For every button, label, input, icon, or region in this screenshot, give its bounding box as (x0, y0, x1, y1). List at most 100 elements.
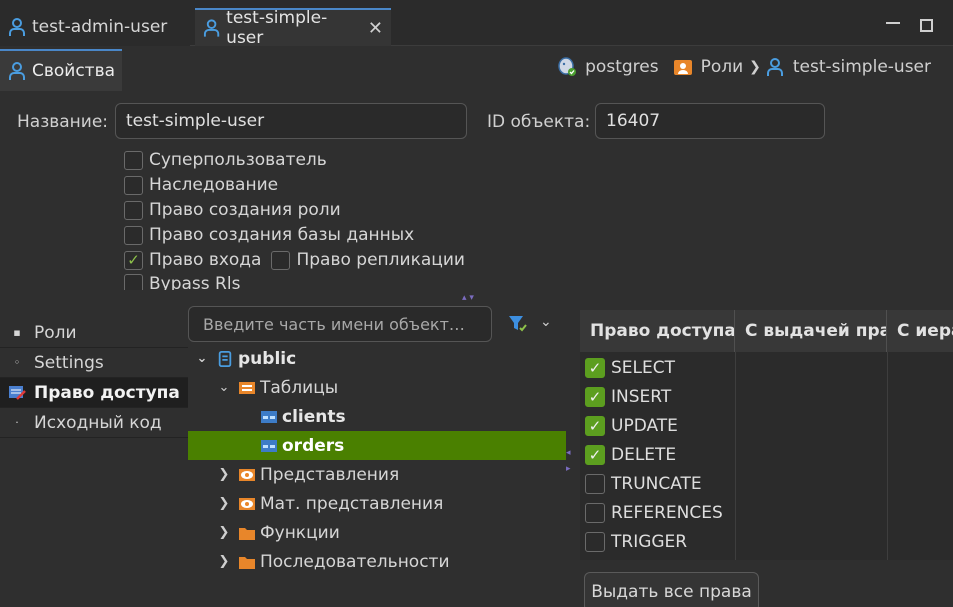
permission-label: UPDATE (611, 415, 678, 436)
tree-node-sequences[interactable]: ❯ Последовательности (188, 547, 566, 576)
table-row[interactable]: ✓ INSERT (580, 382, 735, 411)
sash-arrow-left-icon[interactable]: ◂ (566, 448, 571, 458)
side-tab-source[interactable]: · Исходный код (0, 408, 188, 438)
tab-test-simple-user[interactable]: test-simple-user ✕ (195, 8, 391, 48)
maximize-icon[interactable] (920, 19, 933, 32)
checkbox-login[interactable]: ✓ Право входа Право репликации (124, 250, 465, 270)
chevron-down-icon[interactable]: ⌄ (540, 314, 552, 330)
checkbox-label: Право создания базы данных (149, 225, 415, 245)
checkbox-checked[interactable]: ✓ (585, 444, 605, 465)
tab-test-admin-user[interactable]: test-admin-user (0, 8, 190, 46)
breadcrumb: postgres Роли ❯ test-simple-user (557, 57, 931, 77)
table-icon (261, 410, 277, 423)
close-icon[interactable]: ✕ (368, 18, 383, 39)
crumb-connection[interactable]: postgres (585, 57, 658, 77)
tree-node-label: Последовательности (260, 551, 450, 572)
side-tab-roles[interactable]: ▪ Роли (0, 318, 188, 348)
roles-icon: ▪ (13, 326, 21, 339)
chevron-right-icon[interactable]: ❯ (216, 525, 232, 540)
chevron-down-icon[interactable]: ❯ (749, 59, 761, 75)
object-tree: ⌄ public ⌄ Таблицы clients orders ❯ Пред… (188, 344, 566, 576)
checkbox[interactable] (585, 531, 605, 552)
checkbox-label: Право входа (149, 250, 262, 270)
grid-header-with-grant[interactable]: С выдачей прав (735, 310, 887, 352)
object-id-field[interactable]: 16407 (595, 103, 825, 139)
side-tab-permissions[interactable]: Право доступа (0, 378, 188, 408)
tree-node-clients[interactable]: clients (188, 402, 566, 431)
user-icon (203, 19, 220, 37)
checkbox[interactable] (585, 502, 605, 523)
checkbox-superuser[interactable]: Суперпользователь (124, 150, 327, 170)
object-search-input[interactable]: Введите часть имени объект… (188, 306, 492, 342)
tree-node-label: orders (282, 435, 345, 456)
chevron-down-icon[interactable]: ⌄ (194, 351, 210, 366)
side-tab-label: Исходный код (34, 412, 162, 433)
chevron-right-icon[interactable]: ❯ (216, 496, 232, 511)
tree-node-label: Функции (260, 522, 340, 543)
tables-folder-icon (239, 381, 255, 394)
tree-node-orders[interactable]: orders (188, 431, 566, 460)
checkbox-checked[interactable]: ✓ (585, 415, 605, 436)
tree-node-label: Мат. представления (260, 493, 444, 514)
folder-icon (239, 527, 255, 540)
table-row[interactable]: TRUNCATE (580, 469, 735, 498)
checkbox-bypass-rls[interactable]: Bypass Rls (124, 274, 240, 290)
checkbox-create-role[interactable]: Право создания роли (124, 200, 341, 220)
minimize-icon[interactable] (886, 14, 900, 24)
editor-tab-bar: test-admin-user test-simple-user ✕ (0, 0, 953, 48)
crumb-object[interactable]: test-simple-user (793, 57, 931, 77)
checkbox-create-db[interactable]: Право создания базы данных (124, 225, 414, 245)
tree-node-mat-views[interactable]: ❯ Мат. представления (188, 489, 566, 518)
table-row[interactable]: ✓ UPDATE (580, 411, 735, 440)
filter-icon[interactable] (508, 314, 528, 334)
grid-header: Право доступа С выдачей прав С иерархией (580, 310, 953, 352)
tree-node-tables[interactable]: ⌄ Таблицы (188, 373, 566, 402)
user-icon (9, 62, 25, 80)
crumb-folder[interactable]: Роли (701, 57, 744, 77)
source-code-icon: · (15, 416, 19, 429)
checkbox-checked[interactable]: ✓ (585, 386, 605, 407)
table-row[interactable]: ✓ SELECT (580, 353, 735, 382)
checkbox-replication[interactable] (271, 250, 291, 270)
sash-arrow-right-icon[interactable]: ▸ (566, 464, 571, 474)
side-tab-list: ▪ Роли ◦ Settings Право доступа · Исходн… (0, 318, 188, 438)
table-icon (261, 439, 277, 452)
tree-node-label: Представления (260, 464, 400, 485)
user-icon (9, 18, 25, 36)
checkbox-checked[interactable]: ✓ (124, 250, 143, 270)
tab-label: test-admin-user (32, 17, 168, 37)
checkbox-checked[interactable]: ✓ (585, 357, 605, 378)
tab-properties[interactable]: Свойства (0, 49, 122, 91)
checkbox[interactable] (585, 473, 605, 494)
table-row[interactable]: TRIGGER (580, 527, 735, 556)
side-tab-settings[interactable]: ◦ Settings (0, 348, 188, 378)
editor-sub-bar: Свойства postgres Роли ❯ test-simple-use… (0, 47, 953, 93)
tree-node-label: Таблицы (260, 377, 339, 398)
name-field[interactable]: test-simple-user (115, 103, 467, 139)
table-row[interactable]: REFERENCES (580, 498, 735, 527)
checkbox[interactable] (124, 150, 143, 170)
tree-node-functions[interactable]: ❯ Функции (188, 518, 566, 547)
checkbox-inherit[interactable]: Наследование (124, 175, 278, 195)
folder-icon (239, 556, 255, 569)
checkbox-label: Суперпользователь (149, 150, 327, 170)
permissions-icon (9, 385, 26, 400)
checkbox[interactable] (124, 274, 143, 290)
tree-node-views[interactable]: ❯ Представления (188, 460, 566, 489)
grid-header-permission[interactable]: Право доступа (580, 310, 735, 352)
permission-label: SELECT (611, 357, 675, 378)
checkbox[interactable] (124, 200, 143, 220)
chevron-down-icon[interactable]: ⌄ (216, 380, 232, 395)
chevron-right-icon[interactable]: ❯ (216, 467, 232, 482)
chevron-right-icon[interactable]: ❯ (216, 554, 232, 569)
checkbox[interactable] (124, 175, 143, 195)
checkbox[interactable] (124, 225, 143, 245)
checkbox-label: Право создания роли (149, 200, 341, 220)
view-icon (239, 468, 255, 481)
schema-icon (218, 350, 232, 367)
tree-node-label: public (238, 348, 297, 369)
grant-all-button[interactable]: Выдать все права (584, 572, 759, 607)
tree-node-public[interactable]: ⌄ public (188, 344, 566, 373)
table-row[interactable]: ✓ DELETE (580, 440, 735, 469)
grid-header-with-hierarchy[interactable]: С иерархией (887, 310, 953, 352)
